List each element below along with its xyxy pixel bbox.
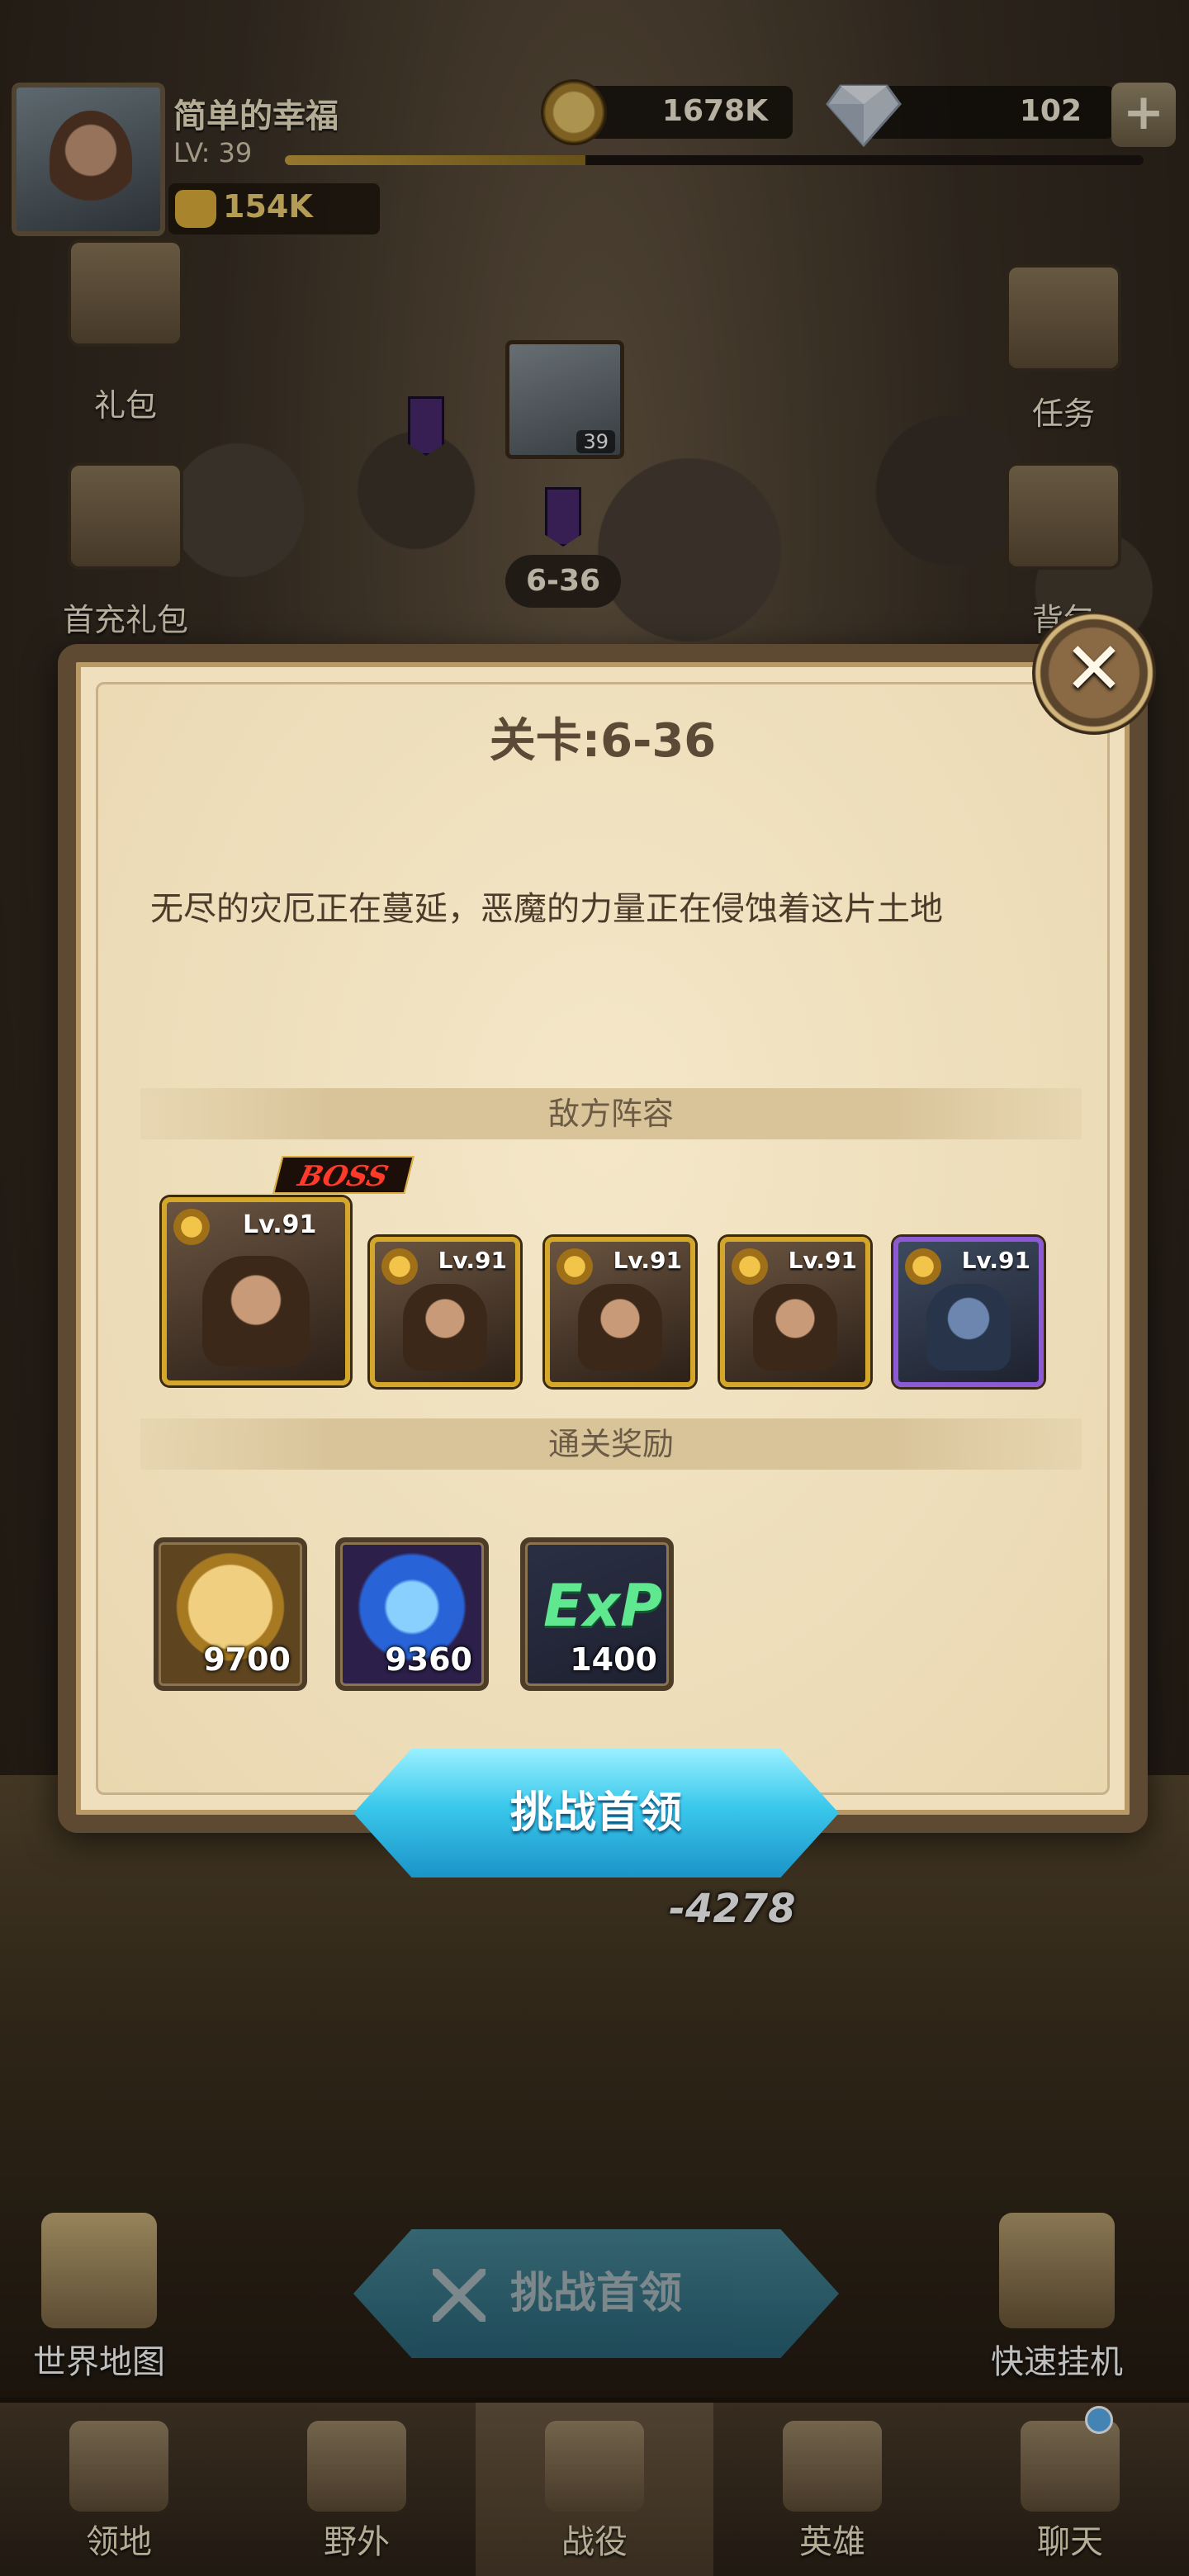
enemy-portrait [926, 1284, 1011, 1371]
reward-exp[interactable]: ExP 1400 [520, 1537, 674, 1691]
reward-gold[interactable]: 9700 [154, 1537, 307, 1691]
faction-badge-icon [381, 1248, 418, 1285]
reward-exp-amount: 1400 [570, 1641, 657, 1678]
enemy-level: Lv.91 [961, 1247, 1030, 1274]
reward-gold-amount: 9700 [203, 1641, 291, 1678]
faction-badge-icon [173, 1209, 210, 1245]
faction-badge-icon [905, 1248, 941, 1285]
exp-icon: ExP [543, 1572, 663, 1640]
dialog-title: 关卡:6-36 [489, 714, 717, 768]
clear-rewards-header: 通关奖励 [140, 1418, 1082, 1470]
enemy-level: Lv.91 [438, 1247, 507, 1274]
enemy-portrait [403, 1284, 487, 1371]
enemy-hero-card[interactable]: Lv.91 [720, 1237, 870, 1387]
reward-dust-amount: 9360 [385, 1641, 472, 1678]
enemy-level: Lv.91 [243, 1210, 317, 1239]
enemy-hero-card[interactable]: Lv.91 [162, 1197, 350, 1385]
enemy-portrait [578, 1284, 662, 1371]
enemy-hero-card[interactable]: Lv.91 [893, 1237, 1044, 1387]
close-dialog-button[interactable]: ✕ [1032, 611, 1156, 735]
faction-badge-icon [732, 1248, 768, 1285]
enemy-portrait [753, 1284, 837, 1371]
enemy-level: Lv.91 [613, 1247, 682, 1274]
reward-hero-dust[interactable]: 9360 [335, 1537, 489, 1691]
enemy-lineup-header: 敌方阵容 [140, 1088, 1082, 1139]
faction-badge-icon [557, 1248, 593, 1285]
boss-tag: BOSS [272, 1156, 414, 1194]
enemy-hero-card[interactable]: Lv.91 [545, 1237, 695, 1387]
enemy-portrait [202, 1255, 310, 1366]
challenge-boss-button[interactable]: 挑战首领 [353, 1749, 839, 1878]
enemy-hero-card[interactable]: Lv.91 [370, 1237, 520, 1387]
close-icon: ✕ [1063, 626, 1125, 711]
enemy-level: Lv.91 [788, 1247, 857, 1274]
stage-description: 无尽的灾厄正在蔓延，恶魔的力量正在侵蚀着这片土地 [150, 890, 943, 928]
